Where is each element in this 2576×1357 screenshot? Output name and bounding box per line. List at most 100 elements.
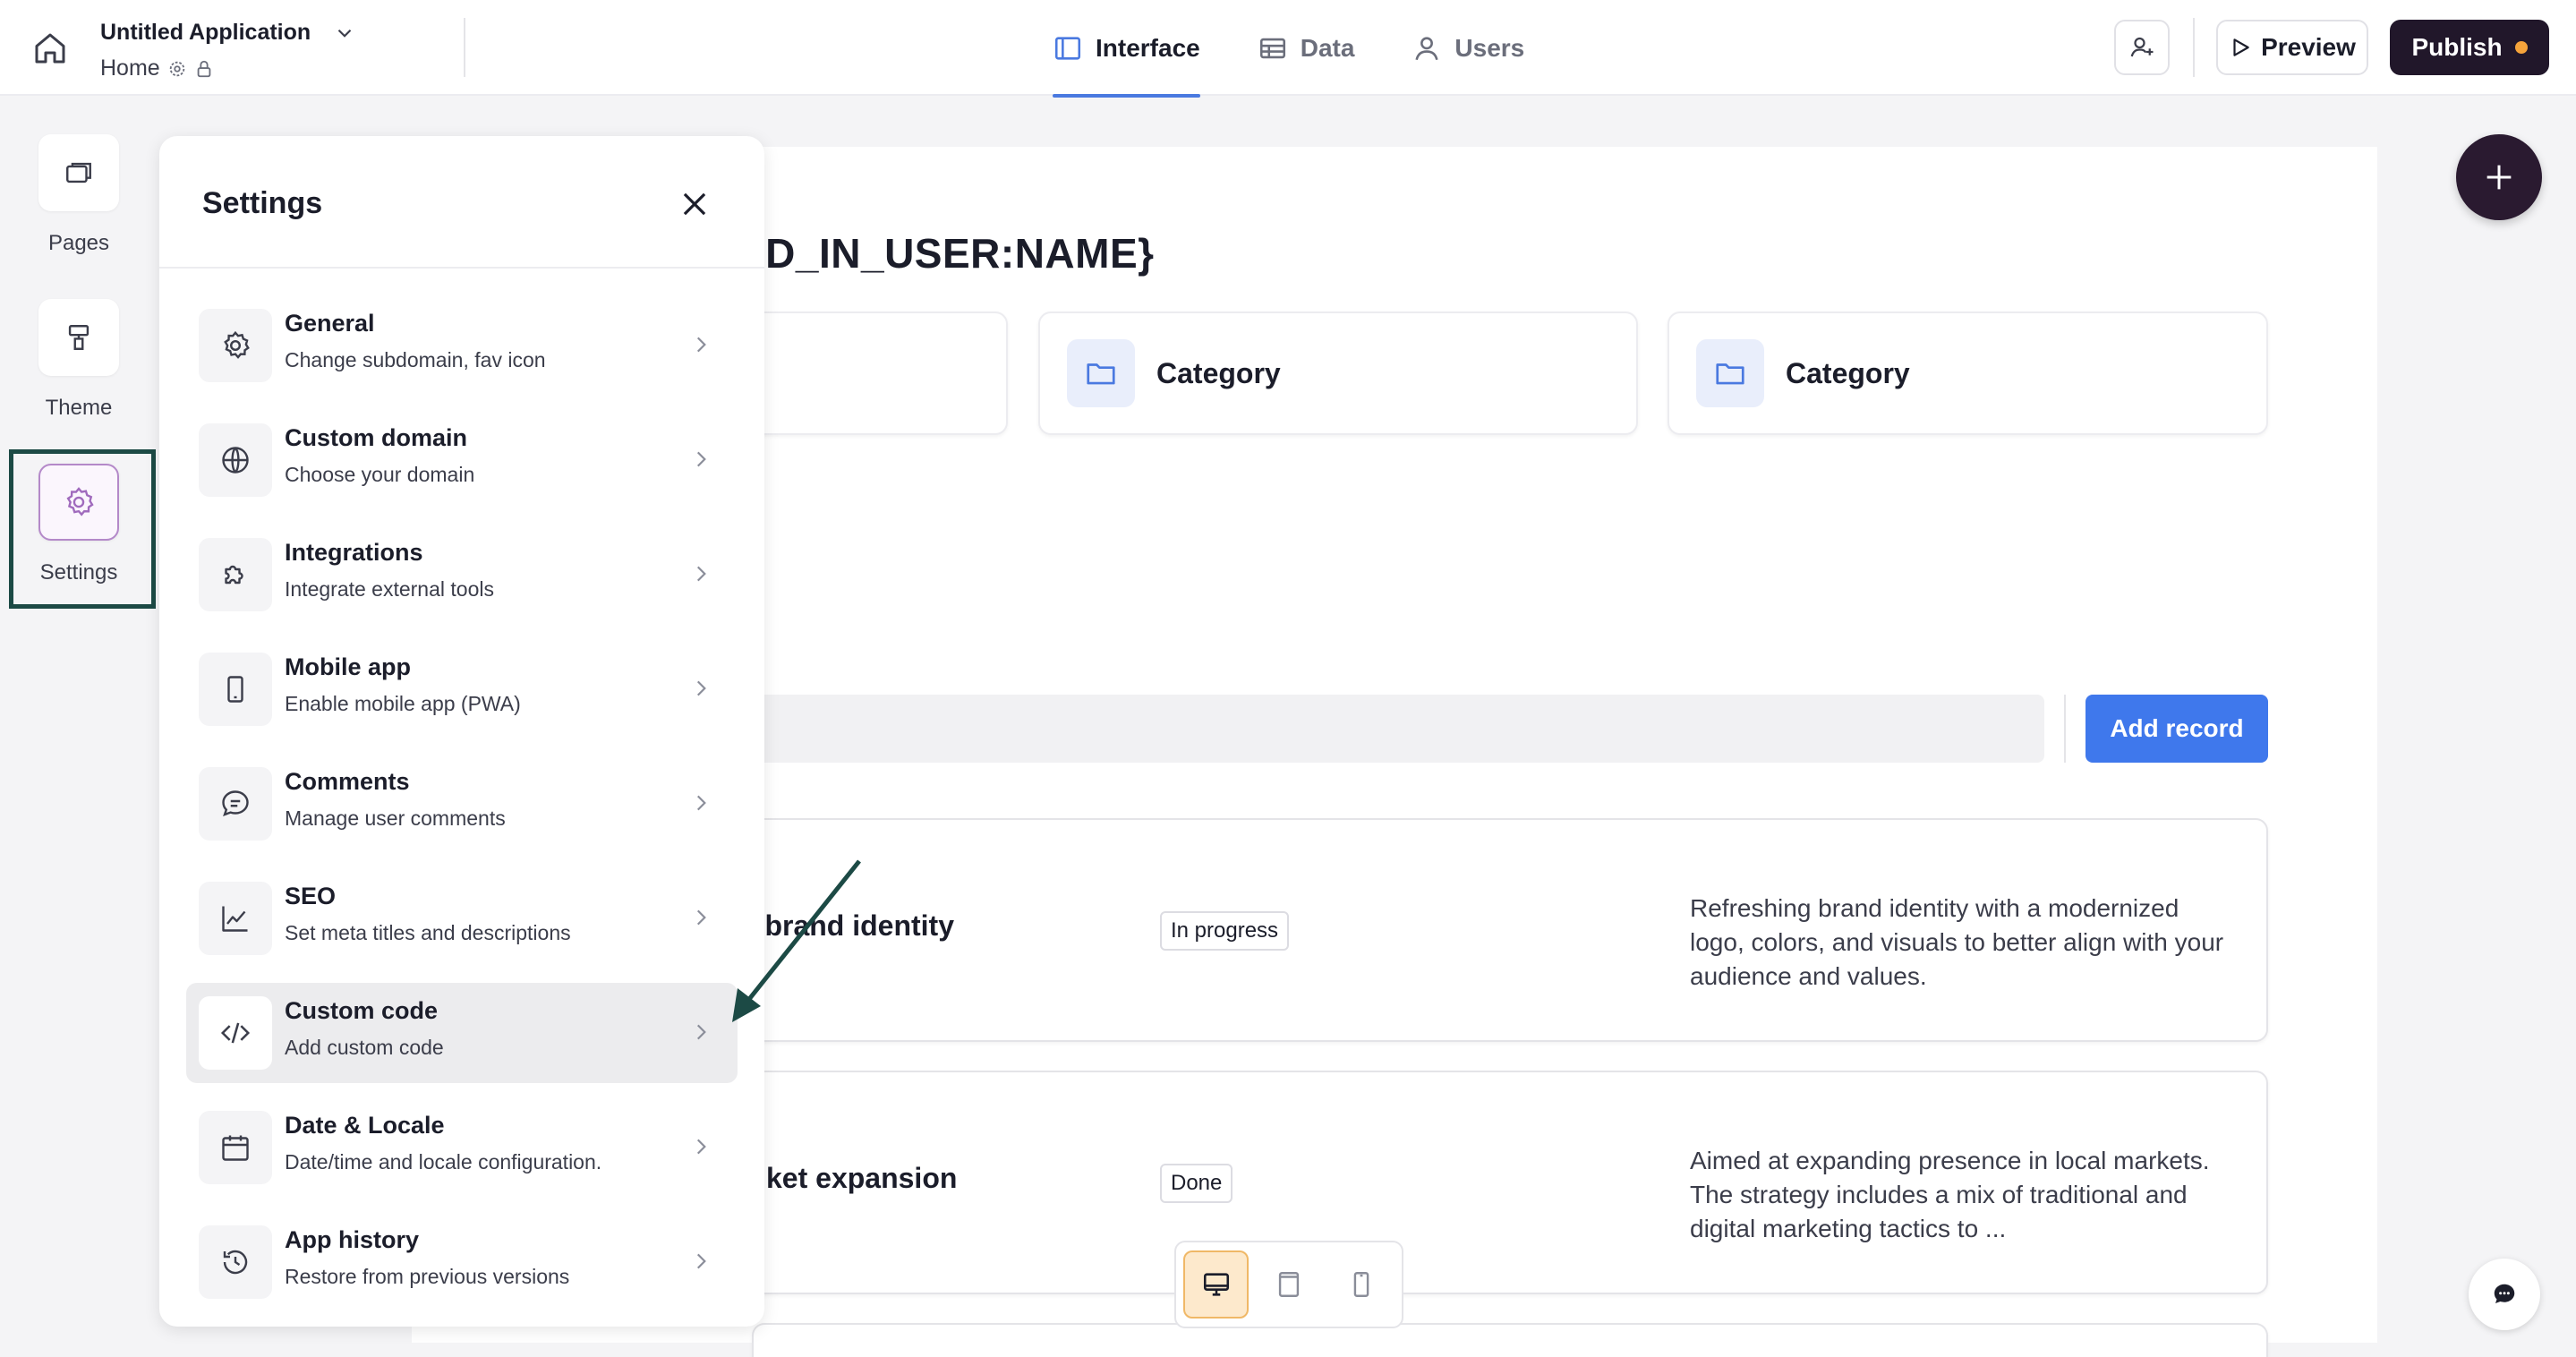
settings-item-comments[interactable]: Comments Manage user comments — [186, 754, 738, 854]
close-icon[interactable] — [673, 183, 716, 226]
settings-item-title: Custom domain — [285, 424, 468, 451]
settings-item-integrations[interactable]: Integrations Integrate external tools — [186, 525, 738, 625]
home-icon[interactable] — [29, 27, 72, 70]
chevron-right-icon — [689, 677, 712, 700]
settings-item-custom-domain[interactable]: Custom domain Choose your domain — [186, 410, 738, 510]
folder-icon — [1696, 339, 1764, 407]
record-description: Refreshing brand identity with a moderni… — [1690, 894, 2224, 990]
tab-interface[interactable]: Interface — [1053, 0, 1200, 98]
record-title-text: g brand identity — [739, 909, 954, 942]
tablet-icon — [1274, 1269, 1304, 1300]
user-icon — [1412, 33, 1442, 64]
tab-label: Users — [1454, 33, 1525, 62]
plus-icon — [2481, 159, 2517, 195]
chevron-down-icon[interactable] — [333, 21, 356, 45]
settings-item-text: Custom domain Choose your domain — [285, 424, 474, 487]
history-icon — [199, 1225, 272, 1299]
record-title-text: ket expansion — [766, 1162, 958, 1194]
chevron-right-icon — [689, 562, 712, 585]
add-element-button[interactable] — [2456, 134, 2542, 220]
divider — [464, 18, 465, 77]
rail-label: Pages — [47, 231, 110, 255]
breadcrumb-home[interactable]: Home — [100, 55, 160, 81]
settings-item-text: Custom code Add custom code — [285, 997, 444, 1060]
settings-item-text: SEO Set meta titles and descriptions — [285, 883, 571, 945]
settings-item-text: Integrations Integrate external tools — [285, 539, 494, 602]
settings-item-subtitle: Change subdomain, fav icon — [285, 348, 546, 371]
gear-icon — [167, 59, 187, 79]
tab-label: Interface — [1096, 33, 1200, 62]
settings-item-text: General Change subdomain, fav icon — [285, 310, 546, 372]
settings-item-title: Mobile app — [285, 653, 411, 680]
phone-icon — [199, 653, 272, 726]
user-plus-icon — [2128, 34, 2155, 61]
desktop-view-button[interactable] — [1183, 1250, 1250, 1319]
publish-label: Publish — [2411, 33, 2503, 61]
tablet-view-button[interactable] — [1256, 1250, 1321, 1319]
tab-data[interactable]: Data — [1258, 0, 1355, 96]
add-record-button[interactable]: Add record — [2086, 695, 2268, 763]
chevron-right-icon — [689, 1135, 712, 1158]
preview-button[interactable]: Preview — [2216, 20, 2368, 75]
status-badge: Done — [1160, 1164, 1233, 1203]
settings-item-seo[interactable]: SEO Set meta titles and descriptions — [186, 868, 738, 969]
lock-icon — [194, 59, 214, 79]
settings-item-title: Date & Locale — [285, 1112, 445, 1139]
settings-item-title: Integrations — [285, 539, 423, 566]
category-card[interactable]: Category — [1038, 312, 1638, 435]
chevron-right-icon — [689, 906, 712, 929]
settings-item-subtitle: Enable mobile app (PWA) — [285, 692, 521, 715]
settings-item-app-history[interactable]: App history Restore from previous versio… — [186, 1212, 738, 1312]
rail-item-pages[interactable]: Pages — [23, 134, 134, 256]
settings-item-date-locale[interactable]: Date & Locale Date/time and locale confi… — [186, 1097, 738, 1198]
divider — [2064, 695, 2066, 763]
calendar-icon — [199, 1111, 272, 1184]
settings-item-title: SEO — [285, 883, 337, 909]
chat-bubble-icon — [2491, 1281, 2518, 1308]
play-icon — [2229, 36, 2252, 59]
record-description: Aimed at expanding presence in local mar… — [1690, 1147, 2210, 1242]
settings-item-general[interactable]: General Change subdomain, fav icon — [186, 295, 738, 396]
device-preview-switcher — [1174, 1241, 1403, 1328]
publish-button[interactable]: Publish — [2390, 20, 2549, 75]
chevron-right-icon — [689, 1020, 712, 1044]
settings-item-subtitle: Set meta titles and descriptions — [285, 921, 571, 944]
phone-icon — [1346, 1269, 1377, 1300]
page-heading: ED_IN_USER:NAME} — [738, 230, 1155, 277]
record-card[interactable] — [752, 1323, 2268, 1357]
settings-list: General Change subdomain, fav icon Custo… — [186, 295, 738, 1327]
invite-user-button[interactable] — [2114, 20, 2170, 75]
preview-label: Preview — [2261, 33, 2356, 61]
settings-header: Settings — [159, 136, 764, 269]
unpublished-dot — [2514, 41, 2528, 54]
annotation-highlight-box — [9, 449, 156, 609]
mobile-view-button[interactable] — [1329, 1250, 1395, 1319]
layout-icon — [1053, 33, 1083, 64]
gear-icon — [199, 309, 272, 382]
tab-users[interactable]: Users — [1412, 0, 1524, 96]
chat-icon — [199, 767, 272, 841]
settings-item-title: Comments — [285, 768, 410, 795]
record-card[interactable]: ket expansion Done Aimed at expanding pr… — [752, 1071, 2268, 1294]
settings-item-subtitle: Integrate external tools — [285, 577, 494, 601]
table-icon — [1258, 33, 1288, 64]
settings-item-mobile-app[interactable]: Mobile app Enable mobile app (PWA) — [186, 639, 738, 739]
folder-icon — [1067, 339, 1135, 407]
pages-icon — [38, 134, 119, 211]
tab-label: Data — [1300, 33, 1355, 62]
rail-item-theme[interactable]: Theme — [23, 299, 134, 421]
record-card[interactable]: g brand identity In progress Refreshing … — [739, 818, 2268, 1042]
settings-item-title: General — [285, 310, 375, 337]
search-input[interactable] — [752, 695, 2044, 763]
chevron-right-icon — [689, 448, 712, 471]
globe-icon — [199, 423, 272, 497]
settings-item-custom-code[interactable]: Custom code Add custom code — [186, 983, 738, 1083]
puzzle-icon — [199, 538, 272, 611]
status-badge: In progress — [1160, 911, 1290, 951]
category-card[interactable]: Category — [1668, 312, 2268, 435]
chat-support-button[interactable] — [2469, 1259, 2540, 1330]
settings-item-subtitle: Choose your domain — [285, 463, 475, 486]
chevron-right-icon — [689, 791, 712, 815]
settings-item-subtitle: Date/time and locale configuration. — [285, 1150, 602, 1174]
app-title[interactable]: Untitled Application — [100, 20, 311, 46]
